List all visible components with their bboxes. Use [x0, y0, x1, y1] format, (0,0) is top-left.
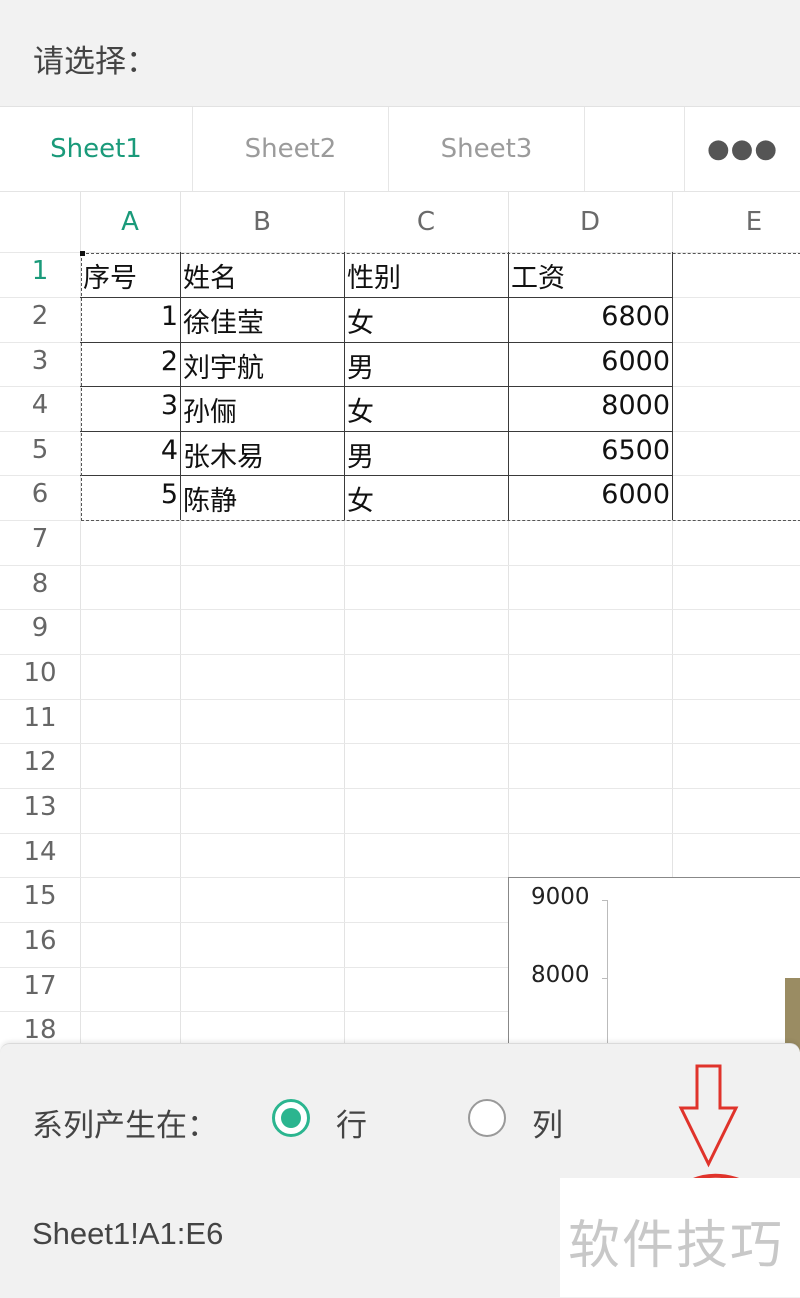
chart-preview[interactable]: 9000 8000 — [508, 877, 800, 1052]
row-header-12[interactable]: 12 — [0, 747, 80, 777]
cell-a2[interactable]: 1 — [82, 301, 178, 332]
radio-column-label[interactable]: 列 — [532, 1100, 563, 1145]
tab-sheet2[interactable]: Sheet2 — [193, 107, 389, 191]
column-header-c[interactable]: C — [344, 192, 508, 252]
grid-line — [0, 609, 800, 610]
cell-b2[interactable]: 徐佳莹 — [183, 301, 264, 340]
page-title: 请选择： — [33, 44, 157, 80]
row-header-17[interactable]: 17 — [0, 971, 80, 1001]
tab-sheet1[interactable]: Sheet1 — [0, 107, 193, 191]
row-header-5[interactable]: 5 — [0, 435, 80, 465]
cell-c1[interactable]: 性别 — [347, 256, 401, 295]
cell-b6[interactable]: 陈静 — [183, 479, 237, 518]
cell-c3[interactable]: 男 — [347, 346, 374, 385]
cell-d1[interactable]: 工资 — [511, 256, 565, 295]
chart-bar — [785, 978, 800, 1052]
cell-a3[interactable]: 2 — [82, 346, 178, 377]
row-header-10[interactable]: 10 — [0, 658, 80, 688]
radio-row[interactable] — [272, 1099, 310, 1137]
row-header-15[interactable]: 15 — [0, 881, 80, 911]
cell-c5[interactable]: 男 — [347, 435, 374, 474]
grid-line — [0, 833, 800, 834]
cell-d2[interactable]: 6800 — [510, 301, 670, 332]
cell-d6[interactable]: 6000 — [510, 479, 670, 510]
sheet-tabs: Sheet1 Sheet2 Sheet3 ●●● — [0, 107, 800, 192]
cell-a1[interactable]: 序号 — [83, 256, 137, 295]
grid-line — [0, 788, 800, 789]
cell-a6[interactable]: 5 — [82, 479, 178, 510]
cell-c6[interactable]: 女 — [347, 479, 374, 518]
column-header-d[interactable]: D — [508, 192, 672, 252]
row-header-18[interactable]: 18 — [0, 1015, 80, 1045]
row-header-1[interactable]: 1 — [0, 256, 80, 286]
row-header-7[interactable]: 7 — [0, 524, 80, 554]
chart-tick — [602, 978, 608, 979]
cell-d5[interactable]: 6500 — [510, 435, 670, 466]
row-header-8[interactable]: 8 — [0, 569, 80, 599]
cell-d4[interactable]: 8000 — [510, 390, 670, 421]
row-header-14[interactable]: 14 — [0, 837, 80, 867]
row-header-6[interactable]: 6 — [0, 479, 80, 509]
chart-tick-label: 8000 — [531, 962, 590, 988]
watermark: 软件技巧 — [568, 1216, 785, 1276]
spreadsheet-grid[interactable]: A B C D E 1 2 3 4 5 6 7 8 9 10 11 12 13 … — [0, 192, 800, 1052]
column-header-b[interactable]: B — [180, 192, 344, 252]
chart-tick-label: 9000 — [531, 884, 590, 910]
chart-y-axis — [607, 900, 608, 1052]
row-header-3[interactable]: 3 — [0, 346, 80, 376]
radio-row-label[interactable]: 行 — [336, 1100, 367, 1145]
series-in-label: 系列产生在： — [32, 1108, 218, 1144]
cell-a4[interactable]: 3 — [82, 390, 178, 421]
cell-a5[interactable]: 4 — [82, 435, 178, 466]
cell-c2[interactable]: 女 — [347, 301, 374, 340]
tab-sheet3[interactable]: Sheet3 — [389, 107, 585, 191]
row-header-16[interactable]: 16 — [0, 926, 80, 956]
row-header-9[interactable]: 9 — [0, 613, 80, 643]
grid-line — [0, 699, 800, 700]
cell-b5[interactable]: 张木易 — [183, 435, 264, 474]
row-header-11[interactable]: 11 — [0, 703, 80, 733]
cell-c4[interactable]: 女 — [347, 390, 374, 429]
more-horizontal-icon: ●●● — [706, 134, 779, 164]
row-header-13[interactable]: 13 — [0, 792, 80, 822]
cell-b3[interactable]: 刘宇航 — [183, 346, 264, 385]
grid-line — [0, 565, 800, 566]
more-tabs-button[interactable]: ●●● — [684, 107, 800, 191]
cell-d3[interactable]: 6000 — [510, 346, 670, 377]
chart-tick — [602, 900, 608, 901]
grid-line — [0, 743, 800, 744]
row-header-4[interactable]: 4 — [0, 390, 80, 420]
row-header-2[interactable]: 2 — [0, 301, 80, 331]
cell-b4[interactable]: 孙俪 — [183, 390, 237, 429]
radio-column[interactable] — [468, 1099, 506, 1137]
data-range-field[interactable]: Sheet1!A1:E6 — [32, 1216, 223, 1252]
cell-b1[interactable]: 姓名 — [183, 256, 237, 295]
column-header-e[interactable]: E — [672, 192, 800, 252]
grid-line — [0, 654, 800, 655]
column-header-a[interactable]: A — [80, 192, 180, 252]
header-bar: 请选择： — [0, 0, 800, 107]
